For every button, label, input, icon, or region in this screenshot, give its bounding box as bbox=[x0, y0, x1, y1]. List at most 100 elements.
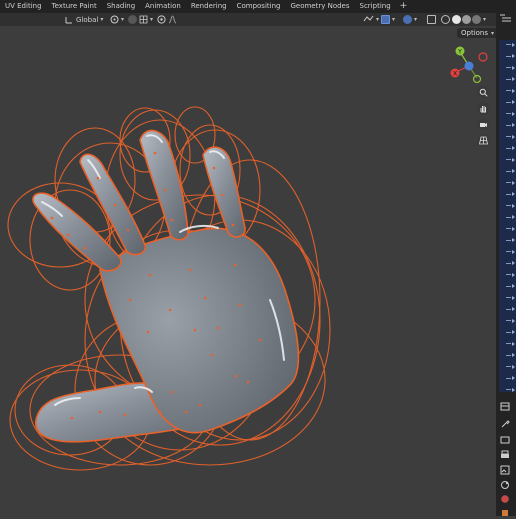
expand-arrow-icon[interactable] bbox=[512, 42, 515, 47]
expand-arrow-icon[interactable] bbox=[512, 100, 515, 104]
outliner-editor-icon[interactable] bbox=[499, 14, 513, 24]
expand-arrow-icon[interactable] bbox=[512, 123, 515, 127]
output-tab[interactable] bbox=[499, 449, 511, 461]
outliner-row[interactable] bbox=[506, 251, 511, 252]
expand-arrow-icon[interactable] bbox=[512, 295, 515, 300]
shading-solid[interactable] bbox=[452, 14, 461, 25]
falloff-dropdown[interactable] bbox=[168, 14, 177, 25]
expand-arrow-icon[interactable] bbox=[512, 146, 515, 150]
snap-target-dropdown[interactable]: ▾ bbox=[139, 14, 153, 25]
expand-arrow-icon[interactable] bbox=[512, 180, 515, 185]
expand-arrow-icon[interactable] bbox=[512, 134, 515, 139]
tool-tab[interactable] bbox=[499, 418, 511, 430]
outliner-row[interactable] bbox=[506, 343, 511, 344]
workspace-tab-scripting[interactable]: Scripting bbox=[355, 0, 396, 13]
outliner-row[interactable] bbox=[506, 205, 511, 206]
workspace-tab-geometry-nodes[interactable]: Geometry Nodes bbox=[285, 0, 354, 13]
options-dropdown[interactable]: Options ▾ bbox=[457, 28, 499, 38]
outliner-strip[interactable] bbox=[499, 40, 516, 392]
expand-arrow-icon[interactable] bbox=[512, 65, 515, 70]
outliner-row[interactable] bbox=[506, 228, 511, 229]
outliner-row[interactable] bbox=[506, 320, 511, 321]
world-tab[interactable] bbox=[499, 493, 511, 505]
perspective-toggle-button[interactable] bbox=[477, 134, 490, 147]
pivot-point-dropdown[interactable]: ▾ bbox=[110, 14, 124, 25]
object-tab[interactable] bbox=[499, 507, 511, 519]
workspace-tab-shading[interactable]: Shading bbox=[102, 0, 140, 13]
visibility-dropdown[interactable]: ▾ bbox=[363, 14, 379, 25]
outliner-row[interactable] bbox=[506, 90, 511, 91]
expand-arrow-icon[interactable] bbox=[512, 272, 515, 277]
outliner-row[interactable] bbox=[506, 193, 511, 195]
outliner-row[interactable] bbox=[506, 136, 511, 137]
workspace-tab-uv-editing[interactable]: UV Editing bbox=[0, 0, 47, 13]
shading-wireframe[interactable] bbox=[441, 14, 450, 25]
zoom-button[interactable] bbox=[477, 86, 490, 99]
workspace-tab-compositing[interactable]: Compositing bbox=[232, 0, 286, 13]
outliner-row[interactable] bbox=[506, 216, 511, 218]
snap-toggle[interactable] bbox=[128, 14, 137, 25]
view-layer-tab[interactable] bbox=[499, 464, 511, 476]
outliner-row[interactable] bbox=[506, 331, 511, 333]
outliner-row[interactable] bbox=[506, 147, 511, 149]
expand-arrow-icon[interactable] bbox=[512, 203, 515, 208]
expand-arrow-icon[interactable] bbox=[512, 111, 515, 116]
scene-tab[interactable] bbox=[499, 479, 511, 491]
expand-arrow-icon[interactable] bbox=[512, 318, 515, 323]
properties-editor-tab[interactable] bbox=[499, 400, 511, 412]
expand-arrow-icon[interactable] bbox=[512, 387, 515, 392]
gizmo-toggle[interactable]: ▾ bbox=[381, 14, 395, 25]
outliner-row[interactable] bbox=[506, 67, 511, 68]
transform-orientation-dropdown[interactable]: Global ▾ bbox=[65, 14, 103, 25]
expand-arrow-icon[interactable] bbox=[512, 307, 515, 311]
expand-arrow-icon[interactable] bbox=[512, 88, 515, 93]
expand-arrow-icon[interactable] bbox=[512, 249, 515, 254]
expand-arrow-icon[interactable] bbox=[512, 54, 515, 58]
expand-arrow-icon[interactable] bbox=[512, 157, 515, 162]
outliner-row[interactable] bbox=[506, 55, 511, 57]
expand-arrow-icon[interactable] bbox=[512, 376, 515, 380]
outliner-row[interactable] bbox=[506, 113, 511, 114]
expand-arrow-icon[interactable] bbox=[512, 192, 515, 196]
expand-arrow-icon[interactable] bbox=[512, 341, 515, 346]
render-tab[interactable] bbox=[499, 434, 511, 446]
expand-arrow-icon[interactable] bbox=[512, 238, 515, 242]
outliner-row[interactable] bbox=[506, 78, 511, 80]
3d-viewport[interactable]: Y X bbox=[0, 26, 496, 516]
xray-toggle[interactable] bbox=[427, 14, 436, 25]
outliner-row[interactable] bbox=[506, 262, 511, 264]
outliner-row[interactable] bbox=[506, 44, 511, 45]
hand-mesh-scene[interactable]: Y X bbox=[0, 26, 496, 516]
outliner-row[interactable] bbox=[506, 377, 511, 379]
expand-arrow-icon[interactable] bbox=[512, 77, 515, 81]
expand-arrow-icon[interactable] bbox=[512, 215, 515, 219]
workspace-tab-rendering[interactable]: Rendering bbox=[186, 0, 232, 13]
outliner-row[interactable] bbox=[506, 101, 511, 103]
workspace-tab-texture-paint[interactable]: Texture Paint bbox=[47, 0, 102, 13]
expand-arrow-icon[interactable] bbox=[512, 169, 515, 173]
outliner-row[interactable] bbox=[506, 389, 511, 390]
expand-arrow-icon[interactable] bbox=[512, 353, 515, 357]
outliner-row[interactable] bbox=[506, 170, 511, 172]
camera-view-button[interactable] bbox=[477, 118, 490, 131]
outliner-row[interactable] bbox=[506, 285, 511, 287]
outliner-row[interactable] bbox=[506, 354, 511, 356]
outliner-row[interactable] bbox=[506, 308, 511, 310]
expand-arrow-icon[interactable] bbox=[512, 364, 515, 369]
shading-material[interactable] bbox=[462, 14, 471, 25]
outliner-row[interactable] bbox=[506, 297, 511, 298]
expand-arrow-icon[interactable] bbox=[512, 284, 515, 288]
expand-arrow-icon[interactable] bbox=[512, 330, 515, 334]
expand-arrow-icon[interactable] bbox=[512, 226, 515, 231]
overlays-toggle[interactable]: ▾ bbox=[403, 14, 417, 25]
outliner-row[interactable] bbox=[506, 124, 511, 126]
outliner-row[interactable] bbox=[506, 159, 511, 160]
shading-rendered[interactable]: ▾ bbox=[472, 14, 486, 25]
outliner-row[interactable] bbox=[506, 182, 511, 183]
expand-arrow-icon[interactable] bbox=[512, 261, 515, 265]
proportional-editing-toggle[interactable] bbox=[157, 14, 166, 25]
outliner-row[interactable] bbox=[506, 239, 511, 241]
add-workspace-button[interactable]: + bbox=[396, 0, 412, 13]
outliner-row[interactable] bbox=[506, 366, 511, 367]
outliner-row[interactable] bbox=[506, 274, 511, 275]
